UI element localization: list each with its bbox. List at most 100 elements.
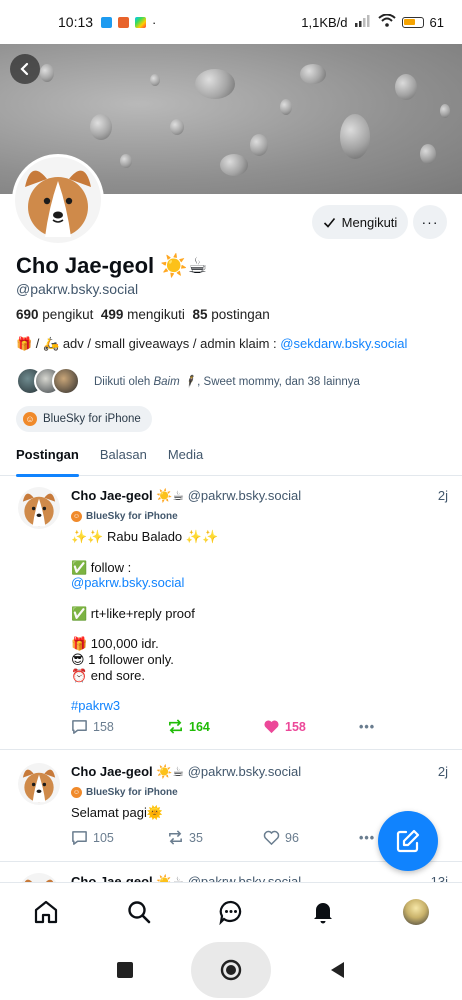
system-navigation	[0, 940, 462, 1000]
back-button[interactable]	[10, 54, 40, 84]
post-author-handle[interactable]: @pakrw.bsky.social	[188, 488, 301, 503]
corgi-avatar-image	[18, 763, 60, 805]
bell-icon	[314, 902, 333, 923]
bio-mention-link[interactable]: @sekdarw.bsky.social	[280, 336, 407, 351]
post-more-button[interactable]: •••	[359, 720, 389, 734]
followers-label: pengikut	[42, 307, 94, 322]
posts-count: 85	[192, 307, 208, 322]
post-time[interactable]: 2j	[438, 488, 448, 503]
ellipsis-icon: •••	[359, 830, 376, 845]
profile-stats: 690 pengikut 499 mengikuti 85 postingan	[16, 307, 270, 322]
post-item[interactable]: Cho Jae-geol ☀️☕ @pakrw.bsky.social 2j ☺…	[0, 477, 462, 750]
battery-icon	[401, 16, 424, 28]
repost-count: 35	[189, 830, 203, 845]
post-line: ✅ follow :	[71, 559, 132, 575]
profile-tabs: Postingan Balasan Media	[0, 440, 462, 477]
post-mention-link[interactable]: @pakrw.bsky.social	[71, 575, 218, 591]
profile-bio: 🎁 / 🛵 adv / small giveaways / admin klai…	[16, 336, 407, 352]
reply-button[interactable]: 158	[71, 718, 167, 735]
heart-icon	[263, 830, 280, 846]
post-author-name[interactable]: Cho Jae-geol ☀️☕	[71, 764, 184, 779]
chevron-left-icon	[20, 62, 29, 76]
profile-handle: @pakrw.bsky.social	[16, 281, 139, 297]
battery-level: 61	[429, 14, 444, 30]
bluesky-app-icon: ☺	[23, 412, 37, 426]
status-time: 10:13	[58, 14, 94, 30]
following-stat[interactable]: 499 mengikuti	[101, 307, 185, 322]
profile-more-button[interactable]: ···	[413, 205, 447, 239]
profile-name: Cho Jae-geol ☀️☕	[16, 253, 208, 278]
ellipsis-icon: ···	[421, 214, 439, 230]
post-author-avatar[interactable]	[18, 487, 60, 529]
recents-button[interactable]	[117, 962, 133, 978]
post-hashtag-link[interactable]: #pakrw3	[71, 698, 218, 714]
repost-icon	[169, 719, 182, 734]
signal-icon	[354, 14, 372, 30]
followed-by-rest: , Sweet mommy, dan 38 lainnya	[197, 376, 360, 388]
like-button[interactable]: 96	[263, 829, 359, 846]
tab-posts[interactable]: Postingan	[16, 440, 79, 477]
post-line: 😎 1 follower only.	[71, 651, 174, 667]
heart-filled-icon	[264, 720, 279, 734]
post-line: ✅ rt+like+reply proof	[71, 605, 195, 621]
post-line: ✨✨ Rabu Balado ✨✨	[71, 529, 219, 544]
status-bar: 10:13 · 1,1KB/d 61	[0, 0, 462, 44]
nav-search[interactable]	[119, 892, 159, 932]
wifi-icon	[377, 13, 396, 30]
nav-home[interactable]	[26, 892, 66, 932]
tab-media[interactable]: Media	[168, 440, 203, 476]
play-store-icon	[135, 16, 147, 28]
nav-profile[interactable]	[396, 892, 436, 932]
twitter-notif-icon	[101, 16, 113, 28]
status-dot: ·	[152, 14, 157, 30]
profile-avatar[interactable]	[12, 154, 104, 246]
followers-count: 690	[16, 307, 39, 322]
repost-button[interactable]: 35	[167, 829, 263, 846]
followed-by-row[interactable]: Diikuti oleh Baim 🕴, Sweet mommy, dan 38…	[16, 366, 446, 396]
post-author-avatar[interactable]	[18, 763, 60, 805]
followers-stat[interactable]: 690 pengikut	[16, 307, 93, 322]
chat-icon	[219, 900, 242, 925]
reply-icon	[72, 831, 87, 845]
post-time[interactable]: 2j	[438, 764, 448, 779]
post-text: ✨✨ Rabu Balado ✨✨ ✅ follow : @pakrw.bsky…	[71, 529, 218, 714]
post-header: Cho Jae-geol ☀️☕ @pakrw.bsky.social	[71, 764, 301, 780]
post-source-label: BlueSky for iPhone	[86, 511, 178, 522]
following-count: 499	[100, 307, 124, 322]
post-line: 🎁 100,000 idr.	[71, 636, 159, 652]
home-icon	[35, 900, 58, 923]
repost-button[interactable]: 164	[167, 718, 263, 735]
reply-count: 158	[93, 719, 114, 734]
reply-count: 105	[93, 830, 114, 845]
following-button[interactable]: Mengikuti	[312, 205, 408, 239]
posts-stat: 85 postingan	[192, 307, 269, 322]
bluesky-app-icon: ☺	[71, 511, 82, 522]
nav-chat[interactable]	[211, 892, 251, 932]
follower-avatar-3	[52, 367, 80, 395]
post-source: ☺ BlueSky for iPhone	[71, 511, 178, 522]
reply-icon	[72, 720, 87, 734]
like-button[interactable]: 158	[263, 718, 359, 735]
compose-button[interactable]	[378, 811, 438, 871]
tab-replies[interactable]: Balasan	[100, 440, 147, 476]
post-author-handle[interactable]: @pakrw.bsky.social	[188, 764, 301, 779]
post-author-name[interactable]: Cho Jae-geol ☀️☕	[71, 488, 184, 503]
post-source: ☺ BlueSky for iPhone	[71, 787, 178, 798]
corgi-avatar-image	[18, 487, 60, 529]
compose-icon	[396, 829, 420, 853]
back-triangle-icon[interactable]	[329, 961, 345, 979]
followed-by-prefix: Diikuti oleh	[94, 376, 154, 388]
nav-notifications[interactable]	[303, 892, 343, 932]
my-avatar	[402, 898, 429, 925]
bio-text: 🎁 / 🛵 adv / small giveaways / admin klai…	[16, 336, 281, 351]
reply-button[interactable]: 105	[71, 829, 167, 846]
ellipsis-icon: •••	[359, 719, 376, 734]
post-header: Cho Jae-geol ☀️☕ @pakrw.bsky.social	[71, 488, 301, 504]
following-label: mengikuti	[127, 307, 185, 322]
post-line: ⏰ end sore.	[71, 667, 146, 683]
followed-by-text: Diikuti oleh Baim 🕴, Sweet mommy, dan 38…	[94, 374, 360, 388]
home-circle-icon	[220, 959, 242, 981]
source-badge[interactable]: ☺ BlueSky for iPhone	[16, 406, 152, 432]
bluesky-app-icon: ☺	[71, 787, 82, 798]
home-system-button[interactable]	[191, 942, 271, 998]
